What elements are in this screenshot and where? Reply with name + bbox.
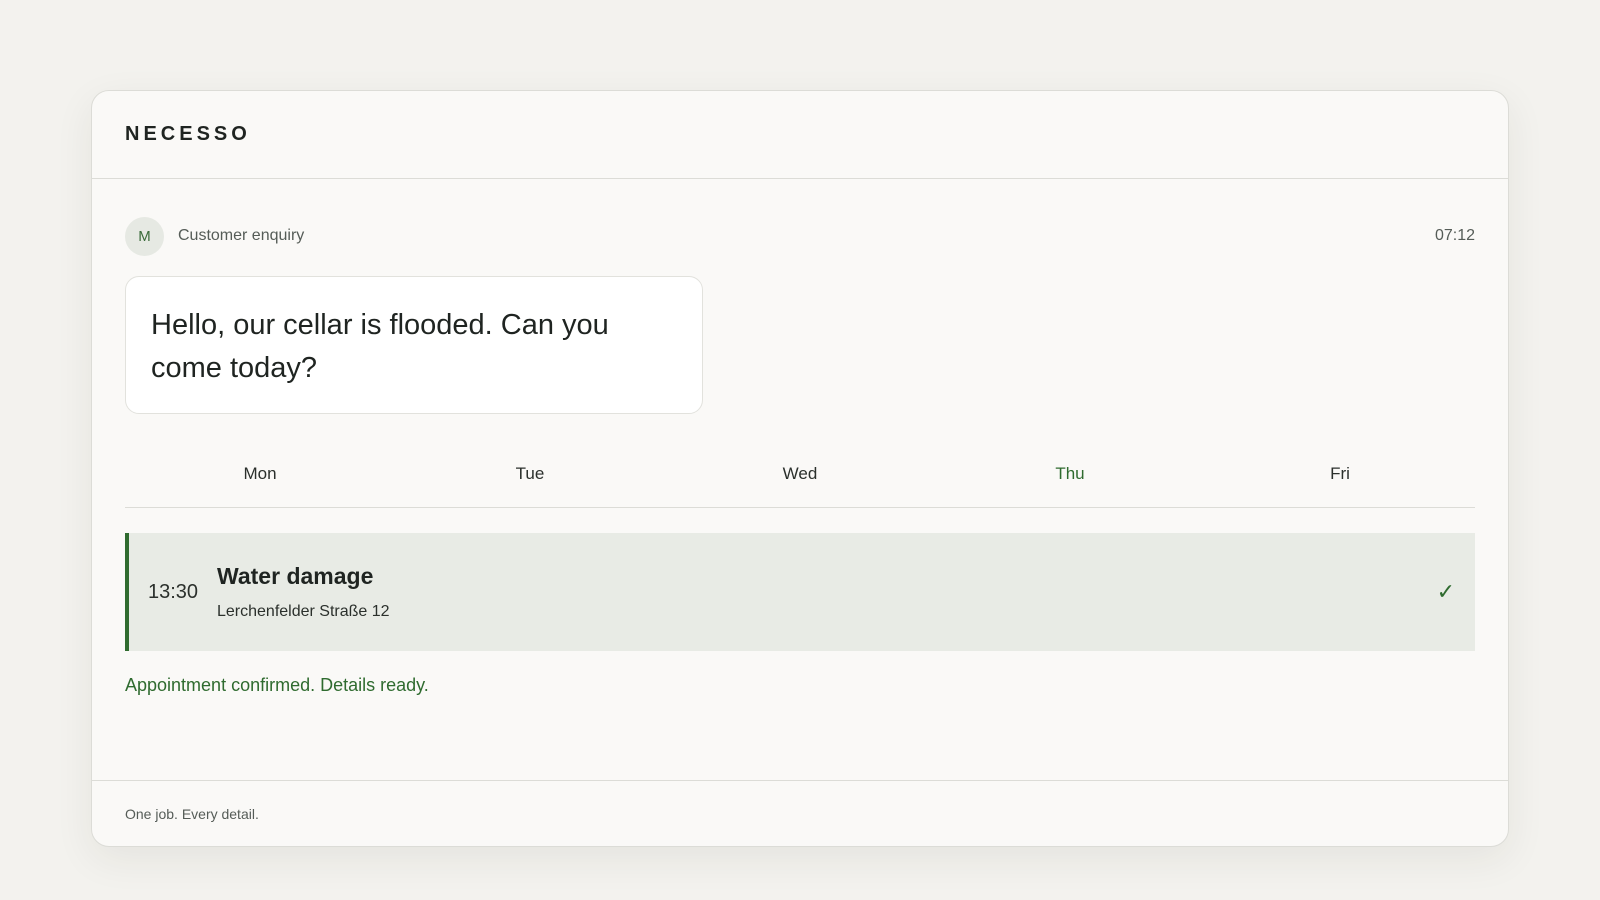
enquiry-label: Customer enquiry [178,227,305,244]
footer-tagline: One job. Every detail. [125,805,259,822]
tab-fri[interactable]: Fri [1205,452,1475,507]
enquiry-timestamp: 07:12 [1434,227,1475,244]
appointment-card[interactable]: 13:30 Water damage Lerchenfelder Straße … [125,533,1475,651]
appointment-details: Water damage Lerchenfelder Straße 12 [217,563,390,621]
tab-thu[interactable]: Thu [935,452,1205,507]
brand-logo[interactable]: NECESSO [125,123,251,146]
avatar: M [125,216,164,256]
footer: One job. Every detail. [92,780,1508,846]
tab-tue[interactable]: Tue [395,452,665,507]
main-card: NECESSO M Customer enquiry 07:12 Hello, … [91,90,1509,847]
appointment-time: 13:30 [148,580,199,603]
content: M Customer enquiry 07:12 Hello, our cell… [92,216,1508,696]
message-bubble: Hello, our cellar is flooded. Can you co… [125,276,703,414]
appointment-title: Water damage [217,563,374,589]
confirmation-message: Appointment confirmed. Details ready. [125,675,429,695]
header: NECESSO [92,91,1508,179]
tab-mon[interactable]: Mon [125,452,395,507]
enquiry-header: M Customer enquiry 07:12 [125,216,1475,256]
tab-wed[interactable]: Wed [665,452,935,507]
appointment-address: Lerchenfelder Straße 12 [217,603,390,620]
day-tabs: Mon Tue Wed Thu Fri [125,452,1475,508]
check-icon: ✓ [1436,579,1455,604]
